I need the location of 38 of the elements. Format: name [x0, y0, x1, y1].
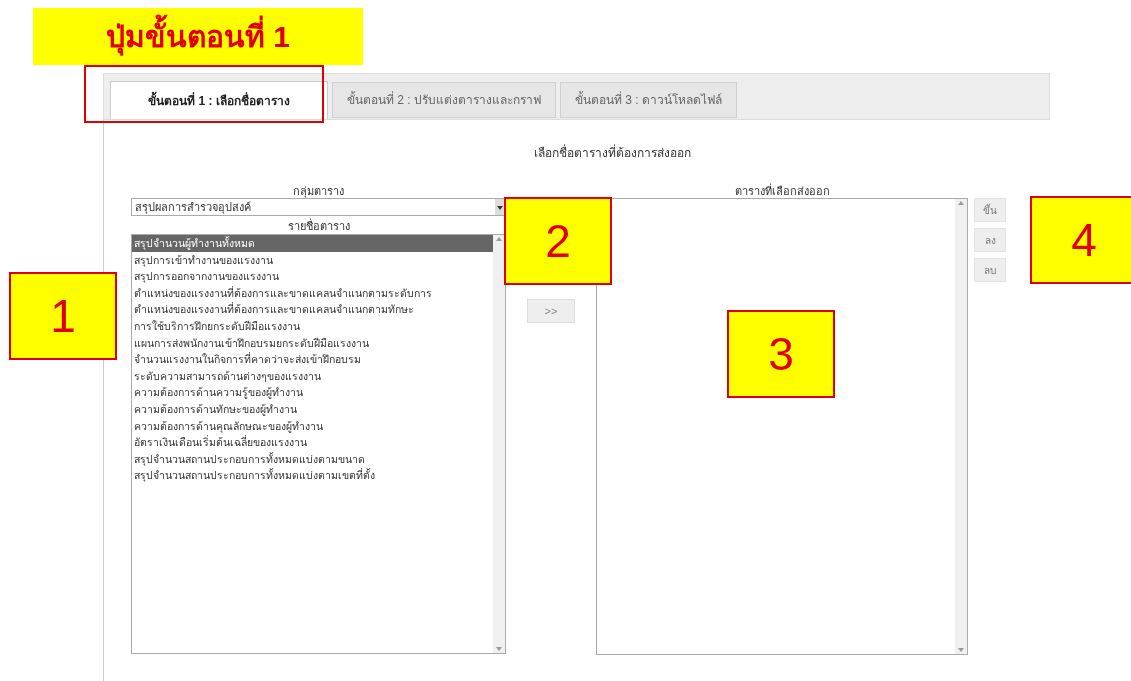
field-label: ตารางที่เลือกส่งออก — [734, 184, 830, 198]
list-item[interactable]: สรุปการเข้าทำงานของแรงงาน — [132, 251, 493, 269]
list-item[interactable]: อัตราเงินเดือนเริ่มต้นเฉลี่ยของแรงงาน — [132, 434, 493, 451]
list-item[interactable]: ความต้องการด้านความรู้ของผู้ทำงาน — [132, 384, 493, 401]
list-item[interactable]: สรุปจำนวนสถานประกอบการทั้งหมดแบ่งตามเขตที่ตั้ง — [132, 467, 493, 484]
callout-number: 2 — [504, 197, 612, 285]
step-tab[interactable]: ขั้นตอนที่ 2 : ปรับแต่งตารางและกราฟ — [332, 82, 556, 118]
table-group-select[interactable]: สรุปผลการสำรวจอุปสงค์ — [131, 198, 506, 216]
callout-number: 4 — [1030, 196, 1131, 284]
list-item[interactable]: จำนวนแรงงานในกิจการที่คาดว่าจะส่งเข้าฝึกอบรม — [132, 351, 493, 368]
list-item[interactable]: สรุปจำนวนสถานประกอบการทั้งหมดแบ่งตามขนาด — [132, 450, 493, 468]
list-item[interactable]: ความต้องการด้านคุณลักษณะของผู้ทำงาน — [132, 417, 493, 435]
list-item[interactable]: ความต้องการด้านทักษะของผู้ทำงาน — [132, 400, 493, 418]
callout-number: 3 — [727, 310, 835, 398]
list-item[interactable]: สรุปการออกจากงานของแรงงาน — [132, 268, 493, 285]
list-item[interactable]: ระดับความสามารถด้านต่างๆของแรงงาน — [132, 367, 493, 385]
scroll-down-icon[interactable] — [495, 645, 503, 653]
order-button[interactable]: ลง — [974, 228, 1006, 252]
list-item[interactable]: การใช้บริการฝึกยกระดับฝีมือแรงงาน — [132, 317, 493, 335]
scroll-up-icon[interactable] — [957, 199, 965, 207]
field-label: รายชื่อตาราง — [287, 218, 350, 234]
scroll-down-icon[interactable] — [957, 646, 965, 654]
field-label: กลุ่มตาราง — [293, 184, 344, 198]
step-tab[interactable]: ขั้นตอนที่ 1 : เลือกชื่อตาราง — [110, 81, 328, 119]
order-button[interactable]: ขึ้น — [974, 198, 1006, 222]
section-heading: เลือกชื่อตารางที่ต้องการส่งออก — [534, 144, 691, 162]
scrollbar[interactable] — [955, 199, 967, 654]
annotation-label: ปุ่มขั้นตอนที่ 1 — [33, 8, 363, 65]
caret-icon — [495, 199, 505, 215]
list-item[interactable]: แผนการส่งพนักงานเข้าฝึกอบรมยกระดับฝีมือแรงงาน — [132, 334, 493, 352]
scrollbar[interactable] — [493, 235, 505, 653]
scroll-up-icon[interactable] — [495, 235, 503, 243]
list-item[interactable]: ตำแหน่งของแรงงานที่ต้องการและขาดแคลนจำแนกตามทักษะ — [132, 301, 493, 318]
step-tab[interactable]: ขั้นตอนที่ 3 : ดาวน์โหลดไฟล์ — [560, 82, 738, 118]
callout-number: 1 — [9, 272, 117, 360]
list-item[interactable]: ตำแหน่งของแรงงานที่ต้องการและขาดแคลนจำแนกตามระดับการ — [132, 284, 493, 302]
order-button[interactable]: ลบ — [974, 258, 1006, 282]
list-item[interactable]: สรุปจำนวนผู้ทำงานทั้งหมด — [132, 235, 493, 252]
